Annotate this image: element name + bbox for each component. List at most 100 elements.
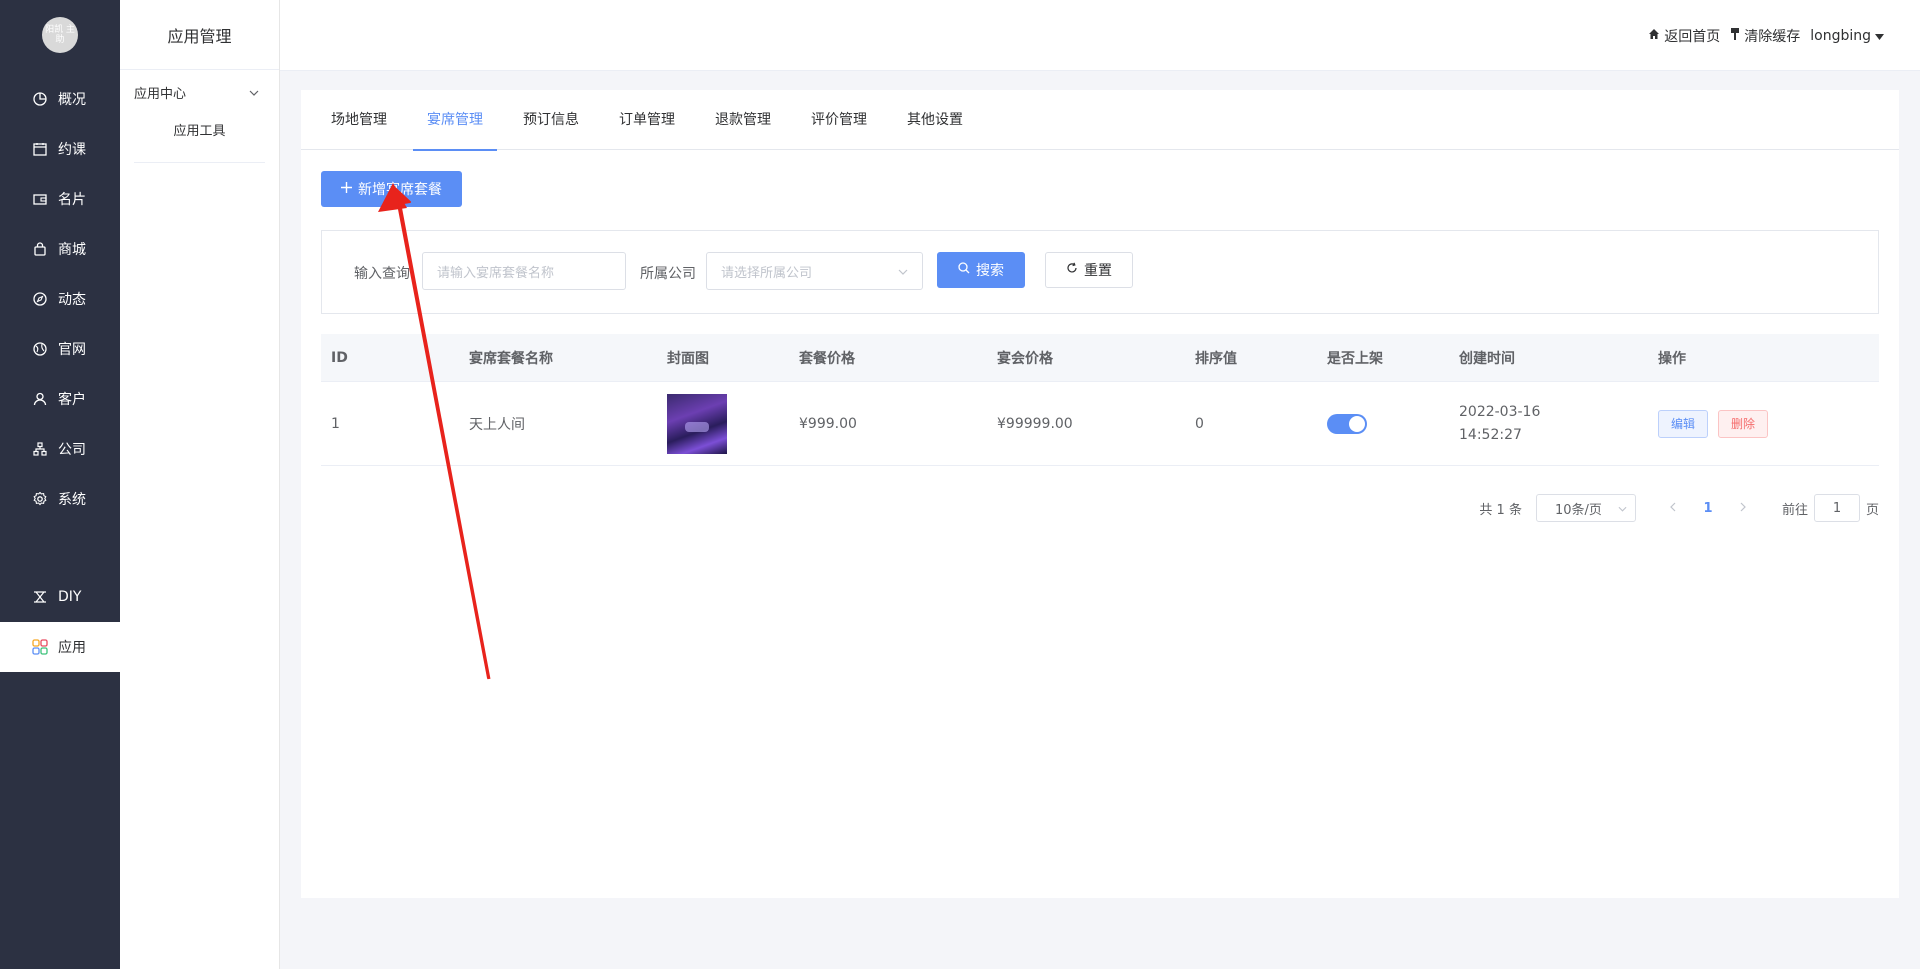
user-menu[interactable]: longbing	[1810, 28, 1884, 44]
sidebar-item-label: 概况	[58, 92, 86, 108]
sidebar-item-label: 公司	[58, 442, 86, 458]
chevron-down-icon	[1618, 501, 1627, 516]
diy-icon	[32, 589, 48, 605]
page-size-select[interactable]: 10条/页	[1535, 494, 1636, 522]
sidebar-item-label: DIY	[58, 589, 82, 605]
column-header: 排序值	[1195, 350, 1237, 367]
page-size-value: 10条/页	[1554, 502, 1602, 518]
created-date: 2022-03-16	[1459, 403, 1541, 420]
page-number[interactable]: 1	[1688, 501, 1728, 516]
user-icon	[32, 391, 48, 407]
sidebar-item-website[interactable]: 官网	[0, 324, 120, 374]
company-select[interactable]: 请选择所属公司	[706, 252, 923, 290]
cell-on-shelf	[1317, 413, 1449, 434]
submenu-group-app-center[interactable]: 应用中心	[120, 70, 279, 114]
chevron-right-icon	[1740, 501, 1746, 516]
company-label: 所属公司	[640, 266, 696, 282]
secondary-sidebar: 应用管理 应用中心 应用工具	[120, 0, 280, 969]
cell-cover	[657, 393, 789, 454]
main-content-card: 场地管理 宴席管理 预订信息 订单管理 退款管理 评价管理 其他设置 新增宴席套…	[301, 90, 1899, 898]
reset-button-label: 重置	[1084, 263, 1112, 279]
on-shelf-toggle[interactable]	[1327, 413, 1367, 434]
add-banquet-package-button[interactable]: 新增宴席套餐	[321, 171, 462, 207]
goto-label: 前往	[1781, 502, 1808, 518]
column-header: 宴会价格	[997, 350, 1053, 367]
tab-refunds[interactable]: 退款管理	[715, 90, 791, 150]
tab-banquet[interactable]: 宴席管理	[413, 90, 503, 151]
sidebar-item-label: 商城	[58, 242, 86, 258]
column-header: ID	[331, 349, 348, 366]
add-button-label: 新增宴席套餐	[358, 182, 442, 198]
sidebar-item-cards[interactable]: 名片	[0, 174, 120, 224]
chevron-left-icon	[1670, 501, 1676, 516]
search-placeholder: 请输入宴席套餐名称	[437, 265, 555, 281]
sidebar-item-overview[interactable]: 概况	[0, 74, 120, 124]
tab-other-settings[interactable]: 其他设置	[907, 90, 983, 150]
sidebar-item-customers[interactable]: 客户	[0, 374, 120, 424]
sidebar-item-apps[interactable]: 应用	[0, 622, 120, 672]
reset-button[interactable]: 重置	[1045, 252, 1133, 288]
gear-icon	[32, 491, 48, 507]
username: longbing	[1810, 28, 1871, 44]
sidebar-item-courses[interactable]: 约课	[0, 124, 120, 174]
cell-created-time: 2022-03-16 14:52:27	[1449, 401, 1648, 447]
prev-page-button[interactable]	[1658, 501, 1688, 516]
tab-bar: 场地管理 宴席管理 预订信息 订单管理 退款管理 评价管理 其他设置	[301, 90, 1899, 151]
cell-actions: 编辑 删除	[1648, 409, 1879, 438]
secondary-sidebar-title: 应用管理	[120, 0, 279, 70]
package-name-search-input[interactable]: 请输入宴席套餐名称	[422, 252, 626, 290]
pagination: 共 1 条 10条/页 1 前往 1 页	[1479, 494, 1879, 522]
cell-package-name: 天上人间	[469, 416, 525, 433]
sidebar-item-label: 动态	[58, 292, 86, 308]
sidebar-item-label: 系统	[58, 492, 86, 508]
main-sidebar: 阳凯 主助 概况 约课 名片 商城 动态 官网 客户 公司 系统 DIY 应用	[0, 0, 120, 969]
tab-venue[interactable]: 场地管理	[331, 90, 407, 150]
apps-grid-icon	[32, 639, 48, 655]
tab-orders[interactable]: 订单管理	[619, 90, 695, 150]
next-page-button[interactable]	[1728, 501, 1758, 516]
delete-button[interactable]: 删除	[1718, 409, 1769, 438]
search-button[interactable]: 搜索	[937, 252, 1025, 288]
home-link-label: 返回首页	[1664, 29, 1721, 45]
sidebar-item-diy[interactable]: DIY	[0, 572, 120, 622]
clear-cache-button[interactable]: 清除缓存	[1730, 26, 1800, 46]
submenu-group-label: 应用中心	[134, 86, 187, 102]
home-link[interactable]: 返回首页	[1648, 26, 1720, 46]
edit-button[interactable]: 编辑	[1658, 409, 1709, 438]
tab-reservations[interactable]: 预订信息	[523, 90, 599, 150]
column-header: 是否上架	[1327, 350, 1383, 367]
sidebar-item-label: 名片	[58, 192, 86, 208]
tab-reviews[interactable]: 评价管理	[811, 90, 887, 150]
created-time: 14:52:27	[1459, 426, 1522, 443]
cell-id: 1	[331, 415, 340, 432]
cell-sort: 0	[1195, 415, 1204, 432]
sidebar-item-company[interactable]: 公司	[0, 424, 120, 474]
brush-icon	[1730, 28, 1740, 44]
sidebar-item-feed[interactable]: 动态	[0, 274, 120, 324]
cover-image[interactable]	[667, 393, 727, 454]
pie-chart-icon	[32, 91, 48, 107]
top-header: 返回首页 清除缓存 longbing	[280, 0, 1920, 71]
banquet-package-table: ID 宴席套餐名称 封面图 套餐价格 宴会价格 排序值 是否上架 创建时间 操作…	[321, 334, 1879, 466]
sidebar-item-system[interactable]: 系统	[0, 474, 120, 524]
app-logo[interactable]: 阳凯 主助	[42, 17, 78, 53]
sidebar-item-label: 官网	[58, 342, 86, 358]
goto-page-input[interactable]: 1	[1813, 494, 1860, 522]
search-button-label: 搜索	[976, 263, 1004, 279]
submenu-item-app-tools[interactable]: 应用工具	[120, 114, 279, 144]
cell-banquet-price: ¥99999.00	[997, 415, 1073, 432]
column-header: 操作	[1658, 350, 1686, 367]
refresh-icon	[1066, 262, 1078, 278]
sidebar-item-mall[interactable]: 商城	[0, 224, 120, 274]
sidebar-item-label: 客户	[58, 392, 86, 408]
company-placeholder: 请选择所属公司	[721, 265, 813, 281]
caret-down-icon	[1875, 28, 1884, 44]
sidebar-item-label: 应用	[58, 640, 86, 656]
submenu-divider	[134, 162, 265, 163]
globe-icon	[32, 341, 48, 357]
cell-package-price: ¥999.00	[799, 415, 857, 432]
clear-cache-label: 清除缓存	[1744, 29, 1801, 45]
plus-icon	[341, 181, 352, 197]
column-header: 封面图	[667, 350, 709, 367]
org-chart-icon	[32, 441, 48, 457]
